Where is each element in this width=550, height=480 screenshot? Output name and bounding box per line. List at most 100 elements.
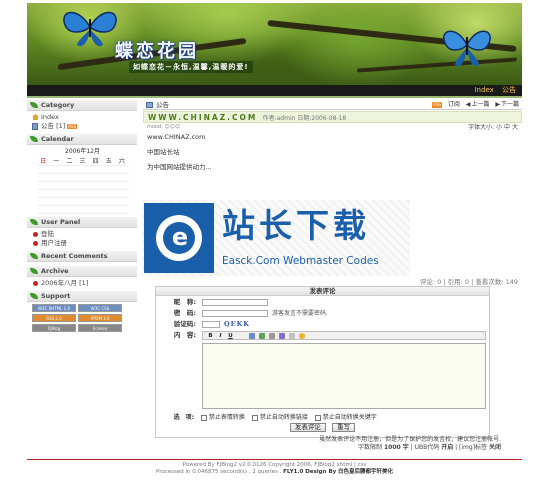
leaf-icon xyxy=(30,219,38,225)
weekday-thu: 四 xyxy=(89,156,103,166)
submit-comment-button[interactable]: 发表评论 xyxy=(289,423,326,432)
post-meta: 作者:admin 日期:2006-08-18 xyxy=(262,115,347,122)
password-label: 密 码: xyxy=(173,309,196,317)
font-large-link[interactable]: 大 xyxy=(512,124,518,131)
calendar-week xyxy=(36,189,129,198)
archive-item[interactable]: 2006年八月 [1] xyxy=(32,279,133,288)
rss-icon[interactable]: RSS xyxy=(67,123,78,129)
comment-form-title: 发表评论 xyxy=(156,287,489,296)
image-icon[interactable] xyxy=(249,333,255,339)
leaf-icon xyxy=(30,136,38,142)
bold-button[interactable]: B xyxy=(207,333,214,339)
disable-autolink-checkbox[interactable] xyxy=(251,414,258,421)
disable-smilies-checkbox[interactable] xyxy=(200,414,207,421)
underline-button[interactable]: U xyxy=(227,333,234,339)
font-size-switch: 字体大小: 小 中 大 xyxy=(468,124,518,131)
disable-keyword-checkbox[interactable] xyxy=(314,414,321,421)
recent-comments-heading: Recent Comments xyxy=(27,251,137,262)
post-line: www.CHINAZ.com xyxy=(147,133,206,141)
support-badges: W3C XHTML 1.0 W3C CSS RSS 2.0 ATOM 1.0 F… xyxy=(27,302,137,336)
next-post-link[interactable]: 下一篇 xyxy=(501,101,519,108)
bullet-icon xyxy=(33,232,38,237)
post-category[interactable]: 公告 xyxy=(156,101,169,109)
butterfly-icon xyxy=(63,11,117,47)
post-title[interactable]: WWW.CHINAZ.COM xyxy=(148,113,257,122)
post-header: WWW.CHINAZ.COM 作者:admin 日期:2006-08-18 xyxy=(143,111,522,123)
code-icon[interactable] xyxy=(289,333,295,339)
post-author[interactable]: admin xyxy=(277,115,296,122)
prev-arrow-icon: ◀ xyxy=(465,101,471,108)
category-item-announcement[interactable]: 公告 [1] RSS xyxy=(32,122,133,131)
site-title: 蝶恋花园 xyxy=(115,41,199,62)
prev-post-link[interactable]: 上一篇 xyxy=(471,101,489,108)
category-list: Index 公告 [1] RSS xyxy=(27,111,137,134)
weekday-tue: 二 xyxy=(62,156,76,166)
comment-options: 选 项: 禁止表情转换 禁止自动转换链接 禁止自动转换关键字 xyxy=(166,413,486,422)
quote-icon[interactable] xyxy=(279,333,285,339)
nickname-label: 昵 称: xyxy=(173,298,196,306)
login-link[interactable]: 登陆 xyxy=(32,230,133,239)
watermark-overlay: e 站长下载 Easck.Com Webmaster Codes xyxy=(142,200,410,276)
password-row: 密 码: 游客发言不需要密码. xyxy=(156,309,489,318)
home-icon xyxy=(32,114,39,120)
watermark-title: 站长下载 xyxy=(222,206,370,245)
link-icon[interactable] xyxy=(259,333,265,339)
calendar-week xyxy=(36,173,129,182)
bullet-icon xyxy=(33,241,38,246)
italic-button[interactable]: I xyxy=(217,333,224,339)
captcha-row: 验证码: QEKK xyxy=(156,320,489,329)
post-stats: 评论: 0 | 引用: 0 | 查看次数: 149 xyxy=(419,278,518,286)
category-item-index[interactable]: Index xyxy=(32,113,133,122)
bullet-icon xyxy=(33,281,38,286)
leaf-icon xyxy=(30,102,38,108)
nav-announcement-link[interactable]: 公告 xyxy=(502,86,516,94)
license-badge[interactable]: license xyxy=(78,324,122,332)
watermark-subtitle: Easck.Com Webmaster Codes xyxy=(222,255,379,267)
css-badge[interactable]: W3C CSS xyxy=(78,304,122,312)
rss-badge[interactable]: RSS 2.0 xyxy=(32,314,76,322)
atom-badge[interactable]: ATOM 1.0 xyxy=(78,314,122,322)
subscribe-link[interactable]: 订阅 xyxy=(448,101,460,108)
support-heading: Support xyxy=(27,291,137,302)
comment-form: 发表评论 昵 称: 密 码: 游客发言不需要密码. 验证码: QEKK 内 容:… xyxy=(155,286,490,438)
easck-logo-icon: e xyxy=(144,203,214,273)
divider xyxy=(27,96,522,98)
post-line: 中国站长站 xyxy=(147,148,180,156)
site-slogan: 如蝶恋花－永恒,温馨,温暖的爱! xyxy=(129,61,253,73)
calendar: 2006年12月 日 一 二 三 四 五 六 xyxy=(27,145,137,217)
leaf-icon xyxy=(30,268,38,274)
archive-heading: Archive xyxy=(27,266,137,277)
captcha-label: 验证码: xyxy=(173,320,196,328)
email-icon[interactable] xyxy=(269,333,275,339)
font-medium-link[interactable]: 中 xyxy=(504,124,510,131)
smiley-icon[interactable] xyxy=(299,333,305,339)
weekday-wed: 三 xyxy=(75,156,90,166)
form-buttons: 发表评论 重写 xyxy=(156,423,489,432)
calendar-week xyxy=(36,197,129,206)
nav-index-link[interactable]: Index xyxy=(474,86,493,94)
register-link[interactable]: 用户注册 xyxy=(32,239,133,248)
footer-powered-by: Powered By FJBlog2 v2.0.0126 Copyright 2… xyxy=(182,462,367,468)
footer-processed: Processed in 0.046875 second(s) , 2 quer… xyxy=(156,469,393,475)
captcha-image: QEKK xyxy=(224,320,250,328)
rss-icon[interactable]: RSS xyxy=(432,101,442,108)
archive-list: 2006年八月 [1] xyxy=(27,277,137,291)
nickname-input[interactable] xyxy=(202,299,268,306)
user-panel-heading: User Panel xyxy=(27,217,137,228)
font-small-link[interactable]: 小 xyxy=(496,124,502,131)
reset-button[interactable]: 重写 xyxy=(332,423,356,432)
next-arrow-icon: ▶ xyxy=(495,101,500,108)
password-hint: 游客发言不需要密码. xyxy=(272,310,328,317)
calendar-week xyxy=(36,165,129,174)
calendar-week xyxy=(36,181,129,190)
password-input[interactable] xyxy=(202,310,268,317)
comment-textarea[interactable] xyxy=(202,343,486,409)
category-heading: Category xyxy=(27,100,137,111)
weekday-mon: 一 xyxy=(49,156,63,166)
captcha-input[interactable] xyxy=(202,321,220,328)
fjblog-badge[interactable]: FJBlog xyxy=(32,324,76,332)
footer: Powered By FJBlog2 v2.0.0126 Copyright 2… xyxy=(27,462,522,476)
post-mood: mood: ☺☺☺ 字体大小: 小 中 大 xyxy=(147,124,518,131)
xhtml-badge[interactable]: W3C XHTML 1.0 xyxy=(32,304,76,312)
weekday-sun: 日 xyxy=(36,156,50,166)
